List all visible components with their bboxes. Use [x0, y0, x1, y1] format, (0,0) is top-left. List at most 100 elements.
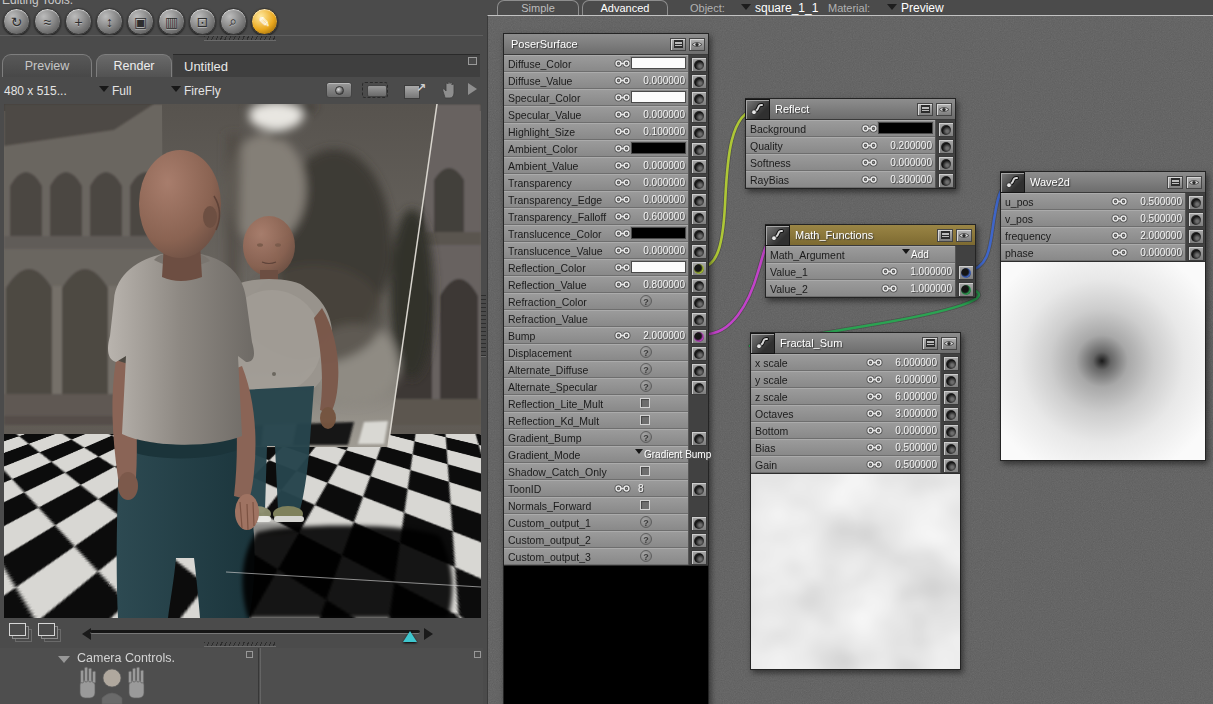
plug-knob[interactable] — [691, 431, 707, 446]
param-row-Refraction_Value[interactable]: Refraction_Value — [504, 310, 688, 327]
node-header[interactable]: Wave2d — [1001, 172, 1205, 193]
param-row-Ambient_Color[interactable]: Ambient_Color — [504, 140, 688, 157]
node-menu-icon[interactable] — [917, 103, 933, 116]
plug-knob[interactable] — [691, 278, 707, 293]
node-Math_Functions[interactable]: Math_FunctionsMath_ArgumentAddValue_11.0… — [765, 224, 976, 298]
param-row-frequency[interactable]: frequency2.000000 — [1001, 227, 1185, 244]
plug-knob[interactable] — [691, 142, 707, 157]
node-header[interactable]: Fractal_Sum — [751, 333, 960, 354]
depth-cue-icon[interactable] — [9, 623, 26, 636]
frame-slider-track[interactable] — [90, 630, 420, 634]
plug-knob[interactable] — [691, 363, 707, 378]
flush-cache-icon[interactable]: ↗ — [404, 81, 426, 99]
panel-grip[interactable] — [204, 642, 276, 647]
plug-knob[interactable] — [938, 156, 954, 171]
plug-knob[interactable] — [943, 373, 959, 388]
plug-knob[interactable] — [691, 312, 707, 327]
plug-knob[interactable] — [1188, 212, 1204, 227]
node-menu-icon[interactable] — [1167, 176, 1183, 189]
param-row-Gain[interactable]: Gain0.500000 — [751, 456, 940, 473]
plug-knob[interactable] — [691, 91, 707, 106]
plug-knob[interactable] — [691, 227, 707, 242]
object-dropdown-icon[interactable] — [741, 4, 751, 15]
area-render-icon[interactable] — [362, 82, 388, 98]
param-row-Specular_Color[interactable]: Specular_Color — [504, 89, 688, 106]
document-title[interactable]: Untitled — [173, 54, 480, 77]
param-row-u_pos[interactable]: u_pos0.500000 — [1001, 193, 1185, 210]
frame-slider-handle[interactable] — [403, 624, 417, 642]
param-row-ToonID[interactable]: ToonID8 — [504, 480, 688, 497]
plug-knob[interactable] — [943, 390, 959, 405]
panel-menu-icon[interactable] — [474, 651, 481, 658]
panel-menu-icon[interactable] — [246, 651, 253, 658]
plug-knob[interactable] — [691, 261, 707, 276]
node-menu-icon[interactable] — [937, 229, 953, 242]
param-row-Translucence_Value[interactable]: Translucence_Value0.000000 — [504, 242, 688, 259]
plug-knob[interactable] — [943, 407, 959, 422]
checkbox[interactable] — [640, 500, 650, 510]
param-row-Octaves[interactable]: Octaves3.000000 — [751, 405, 940, 422]
twist-tool[interactable]: ≈ — [34, 8, 61, 35]
material-dropdown-icon[interactable] — [887, 4, 897, 15]
dropdown[interactable]: Add — [902, 249, 929, 260]
node-header[interactable]: PoserSurface — [504, 34, 708, 55]
plug-knob[interactable] — [691, 516, 707, 531]
param-row-Background[interactable]: Background — [746, 120, 935, 137]
plug-knob[interactable] — [691, 533, 707, 548]
plug-knob[interactable] — [943, 424, 959, 439]
plug-knob[interactable] — [691, 57, 707, 72]
plug-knob[interactable] — [1188, 229, 1204, 244]
param-row-x scale[interactable]: x scale6.000000 — [751, 354, 940, 371]
node-Reflect[interactable]: ReflectBackgroundQuality0.200000Softness… — [745, 98, 956, 189]
param-row-Softness[interactable]: Softness0.000000 — [746, 154, 935, 171]
view-magnifier-tool[interactable]: ⌕ — [220, 8, 247, 35]
param-row-Transparency[interactable]: Transparency0.000000 — [504, 174, 688, 191]
param-row-Reflection_Color[interactable]: Reflection_Color — [504, 259, 688, 276]
plug-knob[interactable] — [691, 346, 707, 361]
scale-tool[interactable]: ▣ — [127, 8, 154, 35]
plug-knob[interactable] — [691, 482, 707, 497]
dropdown[interactable]: Gradient Bump — [635, 449, 711, 460]
node-header[interactable]: Math_Functions — [766, 225, 975, 246]
slider-left-arrow[interactable] — [76, 628, 91, 640]
tab-simple[interactable]: Simple — [497, 0, 579, 15]
plug-knob[interactable] — [943, 356, 959, 371]
plug-knob[interactable] — [1188, 246, 1204, 261]
param-row-Bottom[interactable]: Bottom0.000000 — [751, 422, 940, 439]
param-row-Reflection_Value[interactable]: Reflection_Value0.800000 — [504, 276, 688, 293]
node-menu-icon[interactable] — [922, 337, 938, 350]
plug-knob[interactable] — [938, 173, 954, 188]
param-row-Normals_Forward[interactable]: Normals_Forward — [504, 497, 688, 514]
param-row-Gradient_Bump[interactable]: Gradient_Bump? — [504, 429, 688, 446]
plug-knob[interactable] — [691, 550, 707, 565]
material-dropdown[interactable]: Preview — [901, 1, 944, 15]
node-Fractal_Sum[interactable]: Fractal_Sumx scale6.000000y scale6.00000… — [750, 332, 961, 670]
plug-knob[interactable] — [691, 380, 707, 395]
slider-right-arrow[interactable] — [424, 628, 439, 640]
pan-hand-icon[interactable] — [440, 80, 460, 100]
plug-knob[interactable] — [958, 265, 974, 280]
plug-knob[interactable] — [943, 441, 959, 456]
param-row-Value_1[interactable]: Value_11.000000 — [766, 263, 955, 280]
color-swatch[interactable] — [631, 91, 686, 103]
node-preview-toggle-icon[interactable] — [956, 229, 972, 242]
param-row-Custom_output_2[interactable]: Custom_output_2? — [504, 531, 688, 548]
node-output-plug[interactable] — [1000, 172, 1025, 193]
param-row-RayBias[interactable]: RayBias0.300000 — [746, 171, 935, 188]
node-preview-toggle-icon[interactable] — [1186, 176, 1202, 189]
param-row-Gradient_Mode[interactable]: Gradient_ModeGradient Bump — [504, 446, 688, 463]
atmosphere-icon[interactable] — [38, 623, 55, 636]
param-row-y scale[interactable]: y scale6.000000 — [751, 371, 940, 388]
node-output-plug[interactable] — [745, 99, 770, 120]
param-row-Translucence_Color[interactable]: Translucence_Color — [504, 225, 688, 242]
plug-knob[interactable] — [691, 193, 707, 208]
window-icon[interactable] — [468, 57, 477, 65]
color-picker-tool[interactable]: ✎ — [251, 8, 278, 35]
node-output-plug[interactable] — [750, 333, 775, 354]
param-row-Custom_output_3[interactable]: Custom_output_3? — [504, 548, 688, 565]
color-swatch[interactable] — [631, 142, 686, 154]
object-dropdown[interactable]: square_1_1 — [755, 1, 818, 15]
color-swatch[interactable] — [631, 261, 686, 273]
param-row-Specular_Value[interactable]: Specular_Value0.000000 — [504, 106, 688, 123]
plug-knob[interactable] — [943, 458, 959, 473]
